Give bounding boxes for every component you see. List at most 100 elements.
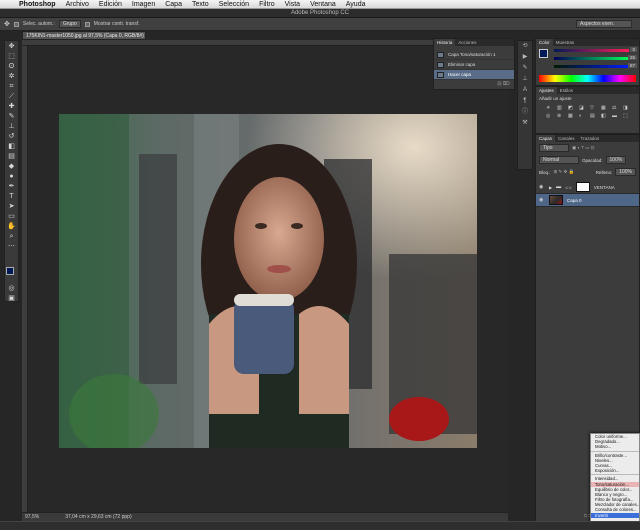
shape-tool-icon[interactable]: ▭ — [5, 212, 18, 221]
path-selection-icon[interactable]: ➤ — [5, 202, 18, 211]
group-arrow-icon[interactable]: ▶ — [549, 185, 552, 190]
autoselect-select[interactable]: Grupo — [58, 20, 81, 28]
menu-texto[interactable]: Texto — [187, 0, 214, 9]
visibility-eye-icon[interactable]: ◉ — [539, 184, 545, 190]
menu-edicion[interactable]: Edición — [94, 0, 127, 9]
character-panel-icon[interactable]: A — [518, 85, 532, 96]
gradient-map-icon[interactable]: ▬ — [612, 113, 621, 119]
blur-tool-icon[interactable]: ◆ — [5, 162, 18, 171]
filter-icons[interactable]: ▣ ◐ T ▭ ⊡ — [572, 145, 595, 151]
foreground-color-swatch[interactable] — [6, 267, 14, 275]
move-tool-icon[interactable]: ✥ — [4, 20, 10, 28]
exposure-icon[interactable]: ◪ — [579, 105, 588, 111]
invert-icon[interactable]: ◐ — [579, 113, 588, 119]
menu-item[interactable]: Motivo... — [591, 444, 639, 449]
document-image[interactable] — [59, 114, 477, 448]
menu-imagen[interactable]: Imagen — [127, 0, 160, 9]
eraser-icon[interactable]: ◧ — [5, 142, 18, 151]
vibrance-icon[interactable]: ▽ — [590, 105, 599, 111]
history-actions[interactable]: ⊡ ⌦ — [497, 81, 510, 87]
lock-icons[interactable]: ⊞ ✎ ✥ 🔒 — [554, 169, 575, 175]
history-item[interactable]: Capa Tono/saturación 1 — [434, 50, 514, 60]
layer-thumbnail[interactable] — [549, 195, 563, 205]
color-spectrum[interactable] — [539, 75, 636, 82]
tab-channels[interactable]: Canales — [555, 135, 578, 142]
channel-mixer-icon[interactable]: ⊛ — [557, 113, 566, 119]
zoom-level[interactable]: 97,5% — [25, 513, 39, 521]
gradient-tool-icon[interactable]: ▤ — [5, 152, 18, 161]
tab-history[interactable]: Historia — [434, 39, 456, 46]
levels-icon[interactable]: ▥ — [557, 105, 566, 111]
lasso-tool-icon[interactable]: ʘ — [5, 62, 18, 71]
menu-ayuda[interactable]: Ayuda — [341, 0, 371, 9]
blend-mode-select[interactable]: Normal — [539, 156, 579, 164]
posterize-icon[interactable]: ▤ — [590, 113, 599, 119]
brush-panel-icon[interactable]: ✎ — [518, 63, 532, 74]
clone-stamp-icon[interactable]: ⊥ — [5, 122, 18, 131]
color-value-b[interactable]: 87 — [627, 63, 637, 68]
brightness-icon[interactable]: ☀ — [546, 105, 555, 111]
tab-swatches[interactable]: Muestras — [553, 39, 578, 46]
menu-item[interactable]: Invertir — [591, 512, 639, 518]
history-panel-icon[interactable]: ⟲ — [518, 41, 532, 52]
color-balance-icon[interactable]: ⚖ — [612, 105, 621, 111]
menu-item[interactable]: Consulta de colores... — [591, 507, 639, 512]
transform-checkbox[interactable] — [84, 21, 90, 27]
menu-filtro[interactable]: Filtro — [254, 0, 280, 9]
type-tool-icon[interactable]: T — [5, 192, 18, 201]
menu-app[interactable]: Photoshop — [14, 0, 61, 9]
color-lookup-icon[interactable]: ▦ — [568, 113, 577, 119]
color-value-g[interactable]: 26 — [627, 55, 637, 60]
menu-capa[interactable]: Capa — [160, 0, 187, 9]
layer-mask-thumbnail[interactable] — [575, 182, 590, 192]
history-brush-icon[interactable]: ↺ — [5, 132, 18, 141]
autoselect-checkbox[interactable] — [13, 21, 19, 27]
menu-vista[interactable]: Vista — [280, 0, 305, 9]
brush-tool-icon[interactable]: ✎ — [5, 112, 18, 121]
hue-sat-icon[interactable]: ▦ — [601, 105, 610, 111]
visibility-eye-icon[interactable]: ◉ — [539, 197, 545, 203]
menu-archivo[interactable]: Archivo — [61, 0, 94, 9]
layer-filter-select[interactable]: Tipo — [539, 144, 569, 152]
history-item[interactable]: Eliminar capa — [434, 60, 514, 70]
paragraph-panel-icon[interactable]: ¶ — [518, 96, 532, 107]
history-item[interactable]: Hacer capa — [434, 70, 514, 80]
opacity-field[interactable]: 100% — [605, 156, 627, 164]
tab-paths[interactable]: Trazados — [578, 135, 603, 142]
tab-adjustments[interactable]: Ajustes — [536, 87, 557, 94]
tab-actions[interactable]: Acciones — [455, 39, 479, 46]
curves-icon[interactable]: ◩ — [568, 105, 577, 111]
fill-field[interactable]: 100% — [615, 168, 636, 176]
zoom-tool-icon[interactable]: ⌕ — [5, 232, 18, 241]
tool-presets-icon[interactable]: ⚒ — [518, 118, 532, 129]
actions-panel-icon[interactable]: ▶ — [518, 52, 532, 63]
clone-source-icon[interactable]: ⊥ — [518, 74, 532, 85]
selective-color-icon[interactable]: ⬚ — [623, 113, 632, 119]
layer-row-ventana[interactable]: ◉ ▶ ▬ ⊂⊃ VENTANA — [536, 181, 639, 194]
pen-tool-icon[interactable]: ✒ — [5, 182, 18, 191]
color-slider-b[interactable] — [554, 65, 629, 68]
workspace-select[interactable]: Aspectos esen. — [576, 20, 632, 28]
hand-tool-icon[interactable]: ✋ — [5, 222, 18, 231]
document-tab[interactable]: 175KIN1-master1050.jpg al 97,5% (Capa 0,… — [22, 31, 146, 40]
tab-color[interactable]: Color — [536, 39, 553, 46]
crop-tool-icon[interactable]: ⌗ — [5, 82, 18, 91]
color-fg-swatch[interactable] — [539, 49, 548, 58]
healing-brush-icon[interactable]: ✚ — [5, 102, 18, 111]
dodge-tool-icon[interactable]: ● — [5, 172, 18, 181]
layer-row-capa-0[interactable]: ◉ Capa 0 — [536, 194, 639, 207]
marquee-tool-icon[interactable]: ⬚ — [5, 52, 18, 61]
eyedropper-icon[interactable]: ⟋ — [5, 92, 18, 101]
threshold-icon[interactable]: ◧ — [601, 113, 610, 119]
color-value-r[interactable]: 0 — [630, 47, 637, 52]
info-panel-icon[interactable]: ⓘ — [518, 107, 532, 118]
tab-styles[interactable]: Estilos — [557, 87, 576, 94]
move-tool-icon[interactable]: ✥ — [5, 42, 18, 51]
color-slider-g[interactable] — [554, 57, 629, 60]
menu-seleccion[interactable]: Selección — [214, 0, 254, 9]
quick-mask-icon[interactable]: ◎ — [5, 284, 18, 293]
magic-wand-icon[interactable]: ✲ — [5, 72, 18, 81]
tab-layers[interactable]: Capas — [536, 135, 556, 142]
bw-icon[interactable]: ◨ — [623, 105, 632, 111]
color-slider-r[interactable] — [554, 49, 629, 52]
